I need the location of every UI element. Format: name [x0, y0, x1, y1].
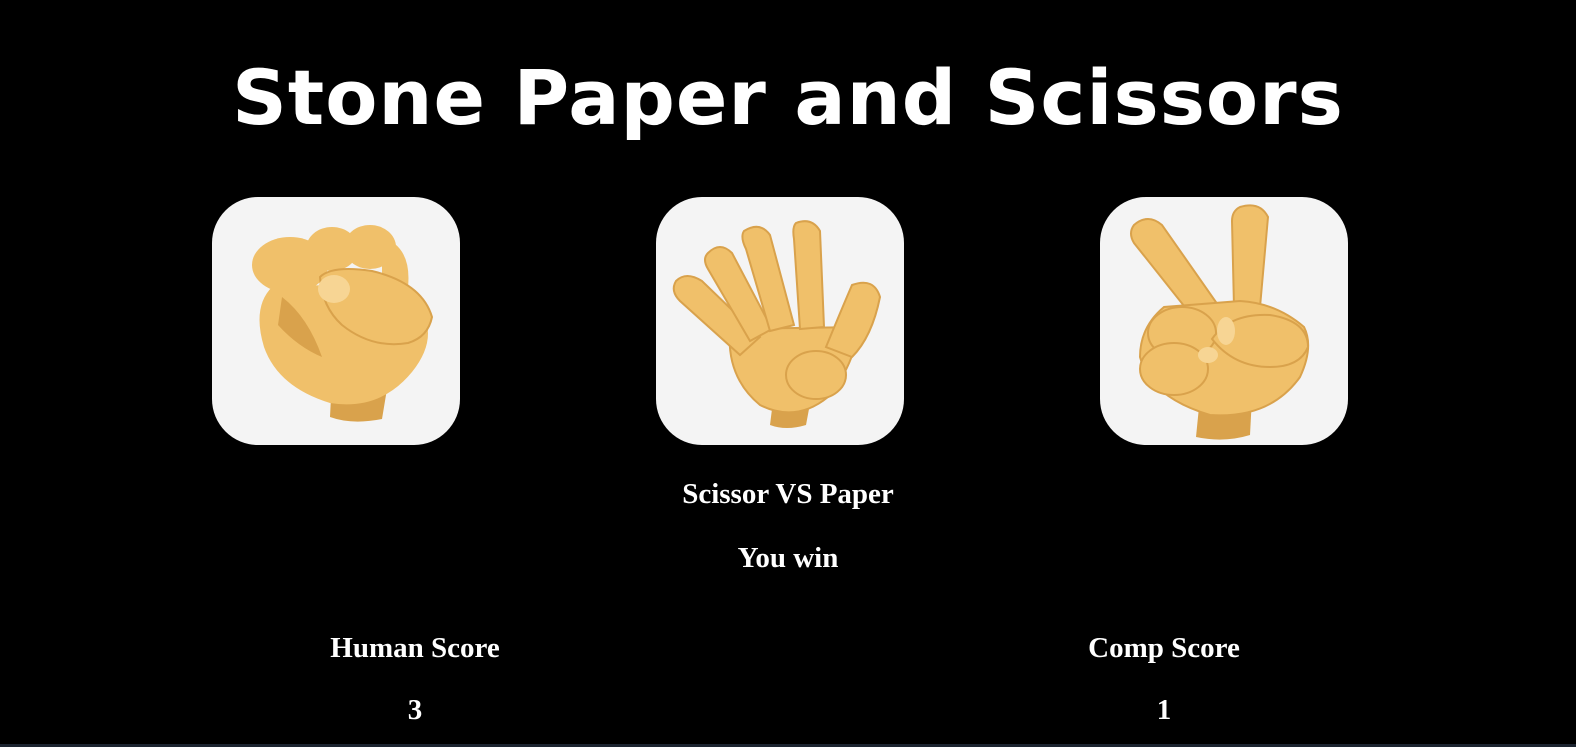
game-title: Stone Paper and Scissors — [232, 53, 1344, 142]
fist-icon — [252, 225, 434, 422]
comp-score-value: 1 — [1156, 694, 1172, 726]
paper-choice-button[interactable] — [656, 197, 904, 445]
scissors-choice-button[interactable] — [1100, 197, 1348, 445]
open-hand-icon — [672, 220, 882, 428]
stone-choice-button[interactable] — [212, 197, 460, 445]
human-score-label: Human Score — [330, 632, 500, 664]
human-score-value: 3 — [407, 694, 423, 726]
comp-score-label: Comp Score — [1088, 632, 1240, 664]
result-text: You win — [737, 542, 839, 574]
matchup-text: Scissor VS Paper — [682, 478, 894, 510]
victory-hand-icon — [1130, 204, 1310, 440]
